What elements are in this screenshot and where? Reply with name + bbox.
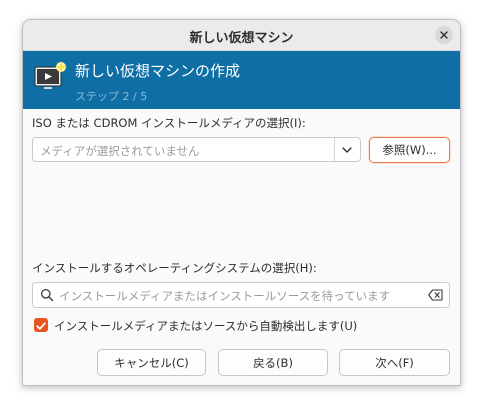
- banner-title: 新しい仮想マシンの作成: [75, 62, 241, 80]
- step-banner: 新しい仮想マシンの作成 ステップ 2 / 5: [23, 51, 460, 109]
- window-title: 新しい仮想マシン: [189, 31, 294, 46]
- search-icon: [40, 288, 54, 302]
- step-indicator: ステップ 2 / 5: [75, 90, 148, 103]
- close-button[interactable]: [435, 26, 453, 44]
- os-search-input[interactable]: インストールメディアまたはインストールソースを待っています: [32, 282, 450, 308]
- chevron-down-icon[interactable]: [339, 142, 355, 158]
- checkmark-icon: [36, 322, 46, 330]
- iso-media-label: ISO または CDROM インストールメディアの選択(I):: [32, 116, 306, 130]
- back-button[interactable]: 戻る(B): [218, 349, 328, 376]
- monitor-star-icon: [34, 61, 67, 89]
- next-button[interactable]: 次へ(F): [339, 349, 450, 376]
- autodetect-label[interactable]: インストールメディアまたはソースから自動検出します(U): [54, 318, 357, 334]
- combobox-divider: [334, 138, 335, 161]
- new-vm-dialog: 新しい仮想マシン 新しい仮想マシンの作成 ステップ 2 / 5 ISO または …: [22, 19, 461, 386]
- media-combobox[interactable]: メディアが選択されていません: [32, 137, 361, 162]
- titlebar: 新しい仮想マシン: [23, 20, 460, 51]
- cancel-button[interactable]: キャンセル(C): [97, 349, 206, 376]
- close-icon: [440, 31, 448, 39]
- browse-button[interactable]: 参照(W)...: [369, 137, 450, 163]
- autodetect-checkbox[interactable]: [34, 318, 48, 332]
- os-select-label: インストールするオペレーティングシステムの選択(H):: [32, 261, 317, 275]
- media-combobox-placeholder: メディアが選択されていません: [40, 144, 200, 158]
- os-search-placeholder: インストールメディアまたはインストールソースを待っています: [59, 289, 391, 303]
- clear-input-icon[interactable]: [428, 289, 443, 301]
